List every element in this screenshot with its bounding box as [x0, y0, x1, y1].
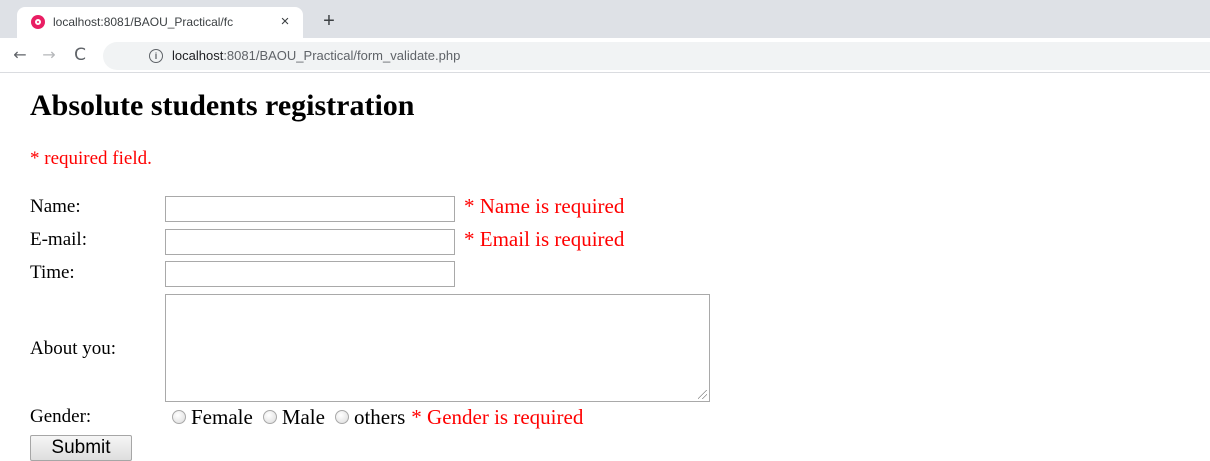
gender-error: * Gender is required: [411, 404, 584, 429]
time-input[interactable]: [165, 261, 455, 287]
email-error: * Email is required: [464, 227, 625, 251]
browser-tab[interactable]: localhost:8081/BAOU_Practical/fc ×: [17, 7, 303, 38]
forward-arrow-icon[interactable]: →: [37, 43, 61, 67]
gender-radio-group: Female Male others * Gender is required: [172, 404, 583, 430]
browser-toolbar: ← → C i localhost:8081/BAOU_Practical/fo…: [0, 38, 1210, 73]
about-textarea[interactable]: [165, 294, 710, 402]
page-content: Absolute students registration * require…: [0, 73, 1210, 461]
tab-title: localhost:8081/BAOU_Practical/fc: [53, 15, 234, 29]
radio-male-label[interactable]: Male: [282, 405, 325, 430]
resize-handle-icon[interactable]: [698, 390, 707, 399]
radio-female[interactable]: [172, 410, 186, 424]
page-title: Absolute students registration: [30, 89, 415, 122]
url-text: localhost:8081/BAOU_Practical/form_valid…: [172, 48, 460, 63]
back-arrow-icon[interactable]: ←: [8, 43, 32, 67]
site-info-icon[interactable]: i: [149, 49, 163, 63]
name-label: Name:: [30, 196, 81, 217]
url-host: localhost: [172, 48, 224, 63]
email-label: E-mail:: [30, 229, 87, 250]
url-path: :8081/BAOU_Practical/form_validate.php: [223, 48, 461, 63]
tab-strip: localhost:8081/BAOU_Practical/fc × +: [0, 0, 1210, 38]
radio-female-label[interactable]: Female: [191, 405, 253, 430]
new-tab-button[interactable]: +: [318, 10, 340, 32]
reload-icon[interactable]: C: [68, 43, 92, 67]
email-input[interactable]: [165, 229, 455, 255]
required-field-note: * required field.: [30, 148, 152, 169]
submit-button[interactable]: Submit: [30, 435, 132, 461]
radio-others-label[interactable]: others: [354, 405, 405, 430]
name-input[interactable]: [165, 196, 455, 222]
favicon-icon: [31, 15, 45, 29]
time-label: Time:: [30, 262, 75, 283]
radio-male[interactable]: [262, 410, 277, 424]
radio-others[interactable]: [334, 410, 349, 424]
address-bar[interactable]: i localhost:8081/BAOU_Practical/form_val…: [103, 42, 1210, 70]
name-error: * Name is required: [464, 194, 625, 218]
about-label: About you:: [30, 338, 117, 359]
close-tab-icon[interactable]: ×: [275, 12, 295, 32]
gender-label: Gender:: [30, 406, 92, 427]
